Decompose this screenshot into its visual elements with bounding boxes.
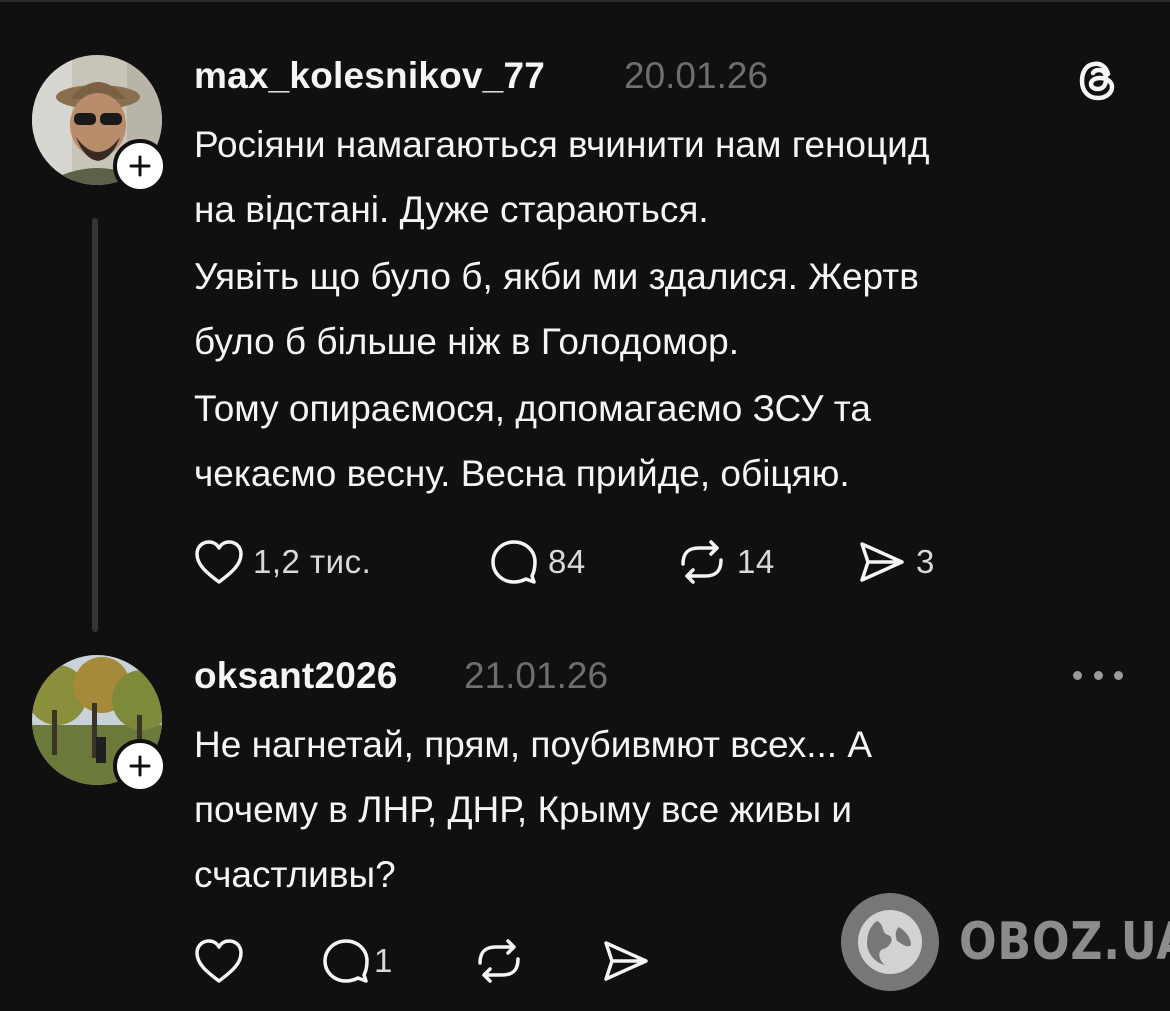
comment-icon <box>323 939 369 983</box>
heart-icon <box>195 939 243 983</box>
post-text-line: чекаємо весну. Весна прийде, обіцяю. <box>194 453 850 494</box>
repost-count: 14 <box>737 543 775 580</box>
heart-icon <box>195 540 243 584</box>
plus-icon <box>129 755 151 777</box>
send-icon <box>860 542 904 582</box>
comment-count: 84 <box>548 543 586 580</box>
top-divider <box>0 0 1170 2</box>
comment-button[interactable]: 1 <box>320 937 393 985</box>
comment-button[interactable]: 84 <box>488 538 586 586</box>
plus-icon <box>129 155 151 177</box>
more-options-icon[interactable] <box>1073 660 1123 690</box>
reply-text-line: счастливы? <box>194 854 396 895</box>
post-username[interactable]: max_kolesnikov_77 <box>194 55 545 97</box>
watermark-text: OBOZ.UA <box>959 912 1170 972</box>
like-button[interactable]: 1,2 тис. <box>193 538 371 586</box>
post-text-line: Росіяни намагаються вчинити нам геноцид <box>194 124 930 165</box>
reply-username[interactable]: oksant2026 <box>194 655 398 697</box>
share-count: 3 <box>916 543 935 580</box>
post-text-line: було б більше ніж в Голодомор. <box>194 321 739 362</box>
post-text-line: Тому опираємося, допомагаємо ЗСУ та <box>194 388 871 429</box>
share-button[interactable] <box>600 937 652 985</box>
reply-date: 21.01.26 <box>464 655 609 696</box>
follow-button[interactable] <box>113 139 167 193</box>
oboz-watermark: OBOZ.UA <box>841 893 1170 991</box>
post-text-line: на відстані. Дуже стараються. <box>194 189 709 230</box>
post-date: 20.01.26 <box>624 55 769 96</box>
repost-button[interactable] <box>472 937 526 985</box>
thread-connector-line <box>92 218 98 632</box>
comment-count: 1 <box>374 942 393 979</box>
reply-text-line: Не нагнетай, прям, поубивмют всех... А <box>194 724 873 765</box>
like-button[interactable] <box>193 937 245 985</box>
repost-button[interactable]: 14 <box>675 538 775 586</box>
globe-icon <box>841 893 939 991</box>
comment-icon <box>491 540 537 584</box>
send-icon <box>604 941 648 981</box>
repost-icon <box>681 540 723 584</box>
reply-text-line: почему в ЛНР, ДНР, Крыму все живы и <box>194 789 853 830</box>
like-count: 1,2 тис. <box>253 543 372 580</box>
post-text-line: Уявіть що було б, якби ми здалися. Жертв <box>194 256 919 297</box>
share-button[interactable]: 3 <box>856 538 935 586</box>
threads-logo-icon <box>1079 61 1115 101</box>
follow-button[interactable] <box>113 739 167 793</box>
repost-icon <box>478 939 520 983</box>
